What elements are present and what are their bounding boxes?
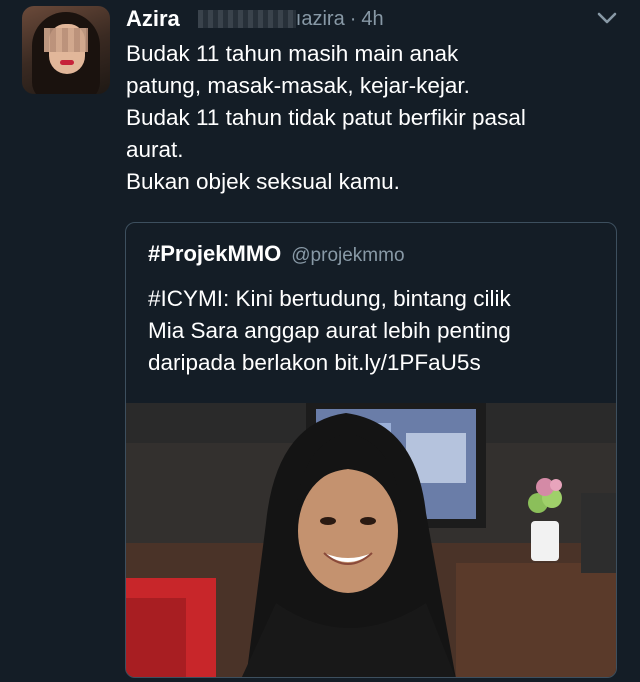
timestamp[interactable]: 4h — [361, 8, 383, 31]
chevron-down-icon[interactable] — [596, 10, 618, 26]
quoted-author-name[interactable]: #ProjekMMO — [148, 241, 281, 267]
quoted-text-line: Mia Sara anggap aurat lebih penting — [148, 318, 511, 343]
author-name[interactable]: Azira — [126, 6, 180, 32]
author-handle[interactable]: ıazira — [296, 8, 345, 31]
tweet-text-line: patung, masak-masak, kejar-kejar. — [126, 73, 470, 98]
tweet-text-line: Budak 11 tahun masih main anak — [126, 41, 459, 66]
tweet-header: Azira ıazira · 4h — [126, 4, 384, 34]
quoted-author-handle[interactable]: @projekmmo — [291, 245, 404, 267]
tweet-text-line: aurat. — [126, 137, 184, 162]
handle-redaction — [197, 10, 296, 28]
tweet-text-line: Bukan objek seksual kamu. — [126, 169, 400, 194]
quoted-tweet-header: #ProjekMMO @projekmmo — [148, 241, 405, 267]
separator-dot: · — [349, 7, 357, 30]
avatar[interactable] — [22, 6, 110, 94]
quoted-text-line: #ICYMI: Kini bertudung, bintang cilik — [148, 286, 511, 311]
tweet-text: Budak 11 tahun masih main anak patung, m… — [126, 38, 626, 198]
quoted-text-line: daripada berlakon bit.ly/1PFaU5s — [148, 350, 481, 375]
avatar-redaction — [44, 28, 88, 52]
quoted-tweet-text: #ICYMI: Kini bertudung, bintang cilik Mi… — [148, 283, 608, 379]
tweet: Azira ıazira · 4h Budak 11 tahun masih m… — [0, 0, 640, 682]
tweet-text-line: Budak 11 tahun tidak patut berfikir pasa… — [126, 105, 526, 130]
quoted-tweet-photo[interactable] — [126, 403, 616, 677]
photo-illustration — [126, 403, 616, 677]
quoted-tweet-card[interactable]: #ProjekMMO @projekmmo #ICYMI: Kini bertu… — [125, 222, 617, 678]
avatar-lips — [60, 60, 74, 65]
